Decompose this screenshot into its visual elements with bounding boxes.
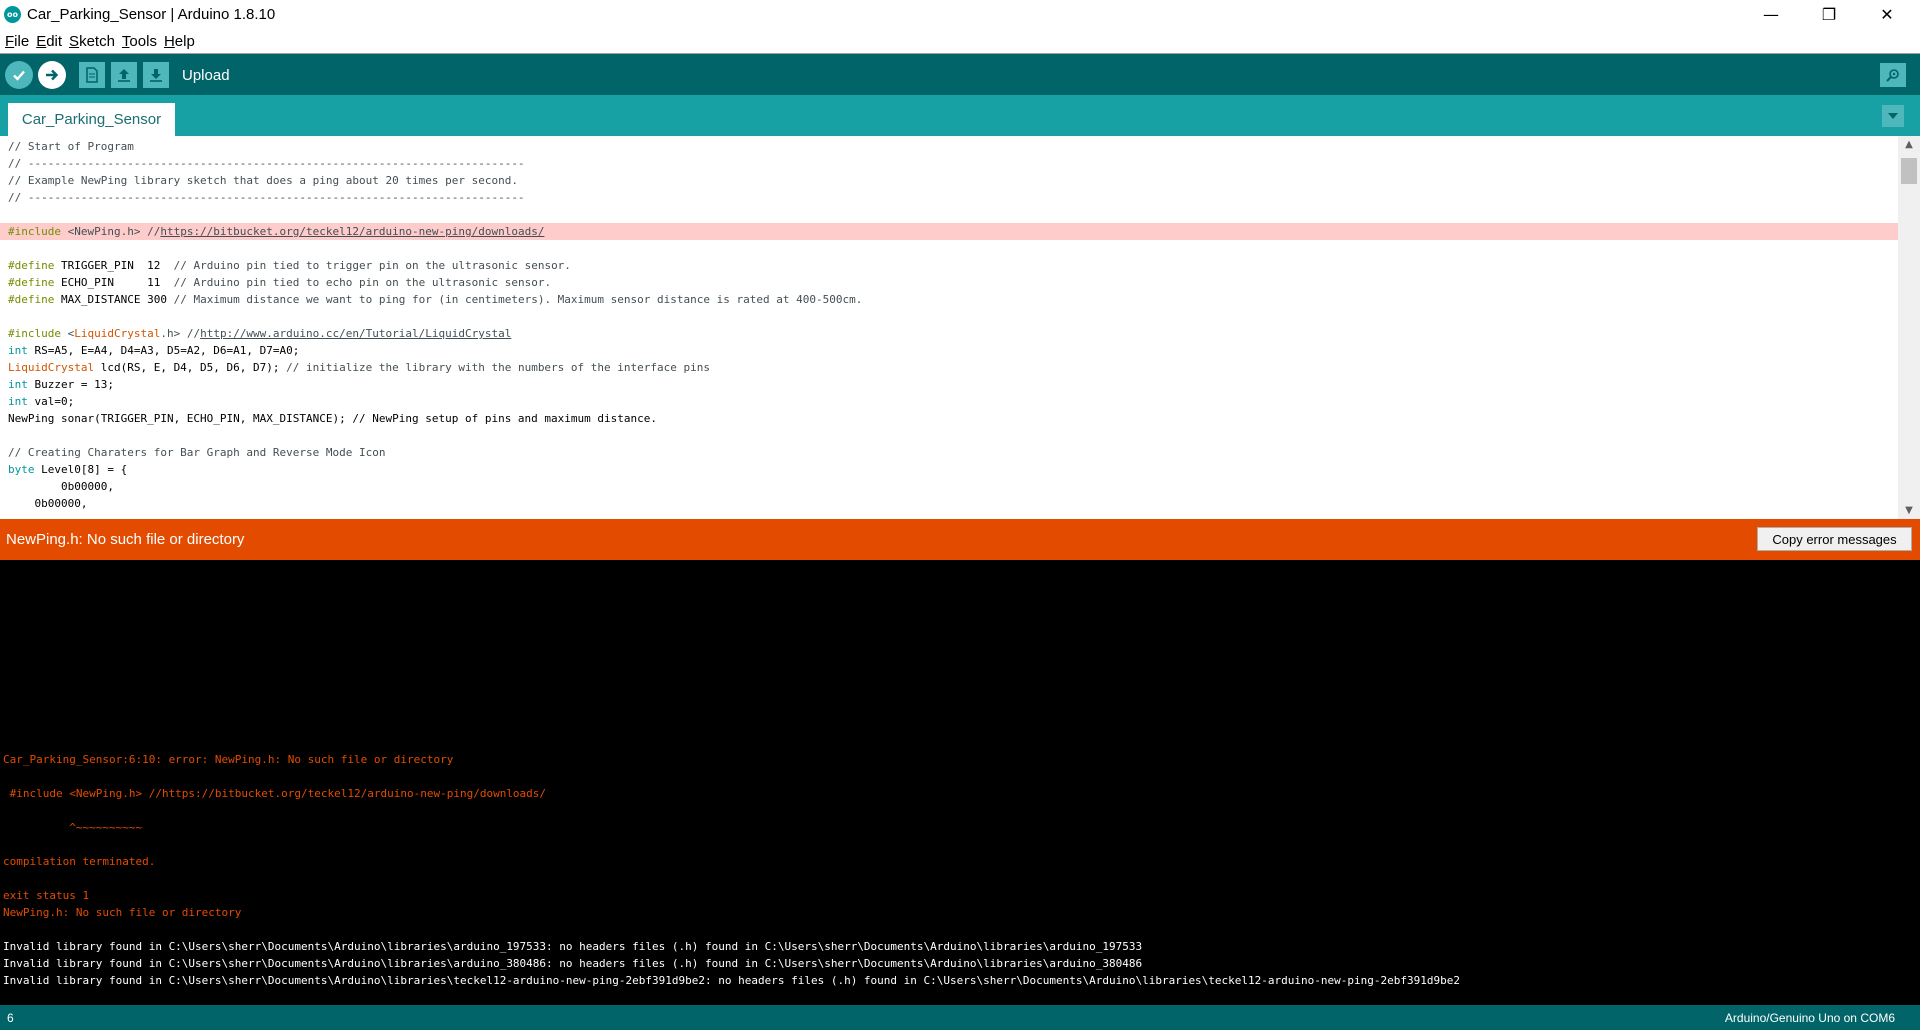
menu-edit[interactable]: Edit	[36, 33, 62, 50]
code-line: // -------------------------------------…	[8, 157, 525, 170]
code-line: NewPing sonar(TRIGGER_PIN, ECHO_PIN, MAX…	[8, 412, 658, 425]
toolbar-hover-label: Upload	[182, 67, 230, 84]
error-message: NewPing.h: No such file or directory	[6, 531, 245, 548]
console-line: NewPing.h: No such file or directory	[3, 906, 242, 919]
error-bar: NewPing.h: No such file or directory Cop…	[0, 519, 1920, 560]
console-line: exit status 1	[3, 889, 90, 902]
scroll-down-icon[interactable]: ▼	[1898, 502, 1920, 519]
tab-menu-button[interactable]	[1882, 105, 1904, 127]
console-output[interactable]: Car_Parking_Sensor:6:10: error: NewPing.…	[0, 560, 1920, 1005]
save-icon	[150, 69, 162, 82]
code-line: #define ECHO_PIN 11 // Arduino pin tied …	[8, 276, 552, 289]
serial-monitor-icon	[1886, 69, 1899, 82]
upload-button[interactable]	[38, 61, 66, 89]
code-line: int val=0;	[8, 395, 75, 408]
code-line: LiquidCrystal lcd(RS, E, D4, D5, D6, D7)…	[8, 361, 710, 374]
minimize-button[interactable]: —	[1742, 0, 1800, 29]
editor-scrollbar[interactable]: ▲ ▼	[1898, 136, 1920, 519]
console-line: Car_Parking_Sensor:6:10: error: NewPing.…	[3, 753, 454, 766]
scrollbar-thumb[interactable]	[1901, 158, 1917, 184]
menu-sketch[interactable]: Sketch	[69, 33, 115, 50]
open-sketch-button[interactable]	[111, 62, 137, 88]
arduino-logo-icon: oo	[4, 6, 21, 23]
menu-file[interactable]: File	[5, 33, 29, 50]
code-line: // Example NewPing library sketch that d…	[8, 174, 518, 187]
code-line: #include <NewPing.h> //https://bitbucket…	[8, 225, 545, 238]
upload-icon	[46, 69, 59, 81]
code-line: 0b00000,	[8, 480, 114, 493]
code-line: int Buzzer = 13;	[8, 378, 114, 391]
serial-monitor-button[interactable]	[1880, 63, 1906, 87]
code-line: #include <LiquidCrystal.h> //http://www.…	[8, 327, 512, 340]
board-port-label: Arduino/Genuino Uno on COM6	[1724, 1011, 1895, 1025]
console-line: Invalid library found in C:\Users\sherr\…	[3, 957, 1143, 970]
console-line: #include <NewPing.h> //https://bitbucket…	[3, 787, 547, 800]
code-line: 0b00000,	[8, 497, 88, 510]
code-line: byte Level0[8] = {	[8, 463, 128, 476]
line-number: 6	[7, 1011, 14, 1025]
copy-error-messages-button[interactable]: Copy error messages	[1757, 527, 1912, 551]
open-icon	[118, 69, 130, 82]
code-line: // Creating Charaters for Bar Graph and …	[8, 446, 386, 459]
code-line: #define TRIGGER_PIN 12 // Arduino pin ti…	[8, 259, 571, 272]
code-line: // Start of Program	[8, 140, 134, 153]
maximize-button[interactable]: ❐	[1800, 0, 1858, 29]
menu-tools[interactable]: Tools	[122, 33, 157, 50]
console-line: ^~~~~~~~~~~	[3, 821, 143, 834]
tab-bar: Car_Parking_Sensor	[0, 95, 1920, 136]
chevron-down-icon	[1888, 113, 1898, 119]
window-title: Car_Parking_Sensor | Arduino 1.8.10	[27, 6, 276, 23]
new-icon	[86, 67, 98, 83]
code-line: #define MAX_DISTANCE 300 // Maximum dist…	[8, 293, 863, 306]
menu-bar: File Edit Sketch Tools Help	[0, 29, 1920, 53]
code-line: // -------------------------------------…	[8, 191, 525, 204]
console-line: Invalid library found in C:\Users\sherr\…	[3, 974, 1460, 987]
scroll-up-icon[interactable]: ▲	[1898, 136, 1920, 153]
console-line: Invalid library found in C:\Users\sherr\…	[3, 940, 1143, 953]
status-bar: 6 Arduino/Genuino Uno on COM6	[0, 1005, 1920, 1030]
menu-help[interactable]: Help	[164, 33, 195, 50]
code-editor[interactable]: // Start of Program // -----------------…	[0, 136, 1920, 519]
verify-icon	[13, 70, 25, 81]
save-sketch-button[interactable]	[143, 62, 169, 88]
verify-button[interactable]	[5, 61, 33, 89]
new-sketch-button[interactable]	[79, 62, 105, 88]
close-button[interactable]: ✕	[1858, 0, 1916, 29]
title-bar: oo Car_Parking_Sensor | Arduino 1.8.10 —…	[0, 0, 1920, 29]
console-line: compilation terminated.	[3, 855, 156, 868]
code-line: int RS=A5, E=A4, D4=A3, D5=A2, D6=A1, D7…	[8, 344, 300, 357]
toolbar: Upload	[0, 54, 1920, 95]
tab-car-parking-sensor[interactable]: Car_Parking_Sensor	[8, 103, 175, 136]
